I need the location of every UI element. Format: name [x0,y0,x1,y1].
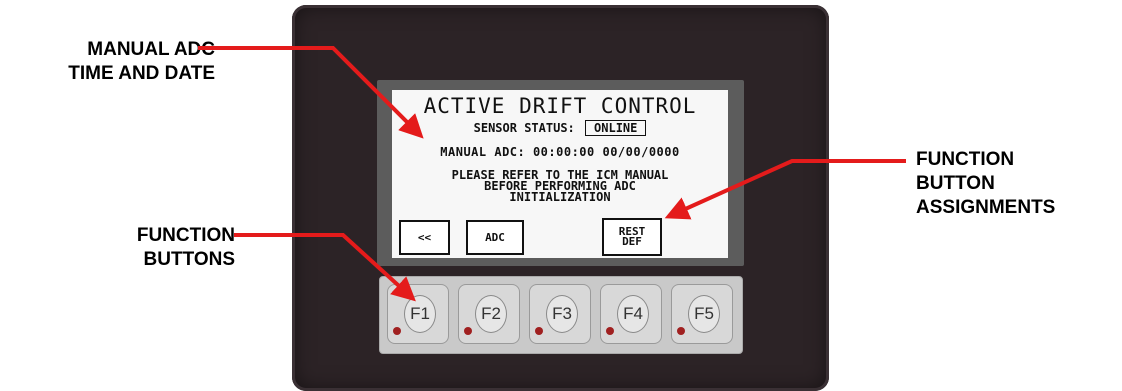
callout-arrows [198,46,906,302]
function-buttons-arrow [234,233,416,302]
function-button-assignments-arrow [664,159,906,220]
manual-adc-arrow [198,46,424,139]
